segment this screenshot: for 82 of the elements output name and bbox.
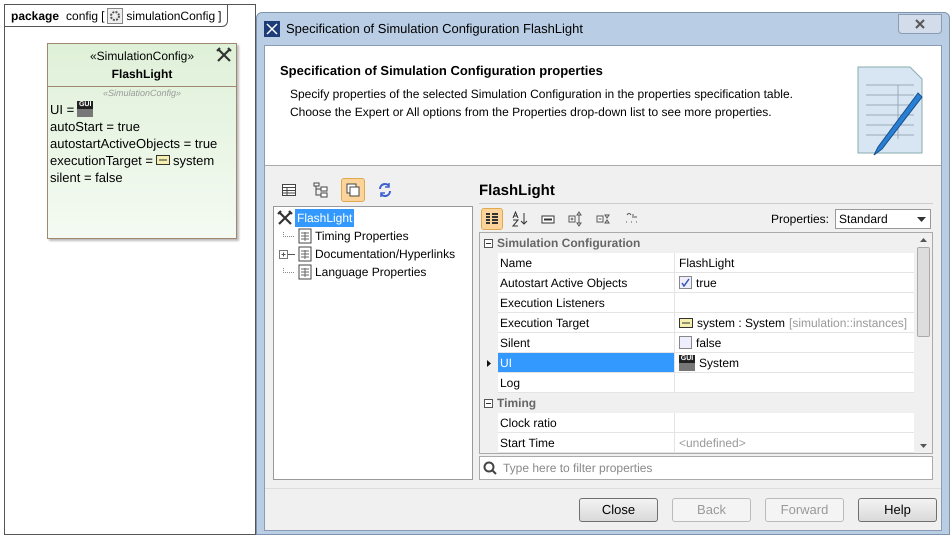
check-icon bbox=[681, 278, 690, 287]
document-icon bbox=[298, 228, 312, 244]
property-value-cell[interactable] bbox=[675, 373, 914, 393]
collapse-icon[interactable] bbox=[484, 398, 493, 408]
value-text: <undefined> bbox=[679, 434, 746, 452]
expand-icon[interactable] bbox=[279, 250, 295, 258]
property-text: silent = false bbox=[50, 168, 124, 186]
refresh-icon bbox=[377, 182, 393, 198]
table-icon bbox=[281, 182, 297, 198]
property-value-cell[interactable]: FlashLight bbox=[675, 253, 914, 273]
property-text: UI = bbox=[50, 100, 74, 118]
property-name[interactable]: Log bbox=[498, 373, 675, 393]
frame-element: simulationConfig bbox=[126, 8, 216, 24]
tools-icon bbox=[216, 47, 232, 63]
dialog-button[interactable]: Close bbox=[579, 498, 658, 522]
frame-name: config bbox=[66, 8, 98, 24]
window-title: Specification of Simulation Configuration FlashLight bbox=[286, 20, 584, 38]
collapse-icon[interactable] bbox=[484, 238, 493, 248]
property-value-cell[interactable]: system : System [simulation::instances] bbox=[675, 313, 914, 333]
document-icon bbox=[298, 264, 312, 280]
toolbar-button[interactable] bbox=[341, 178, 365, 202]
gear-icon bbox=[107, 8, 124, 24]
value-text: system : System bbox=[697, 314, 786, 332]
tree-item[interactable]: Timing Properties bbox=[315, 227, 409, 245]
property-value-cell[interactable] bbox=[675, 413, 914, 433]
property-value-cell[interactable]: false bbox=[675, 333, 914, 353]
property-value-cell[interactable]: true bbox=[675, 273, 914, 293]
header-description: Specify properties of the selected Simulation Configuration in the properties specification table. bbox=[289, 86, 794, 102]
sort-icon bbox=[512, 211, 528, 227]
dialog-button[interactable]: Help bbox=[858, 498, 937, 522]
property-text: autoStart = true bbox=[50, 118, 141, 134]
block-name: FlashLight bbox=[112, 66, 172, 83]
property-name[interactable]: Execution Listeners bbox=[498, 293, 675, 313]
toolbar-button[interactable] bbox=[481, 208, 503, 230]
value-text: true bbox=[696, 274, 717, 292]
row-pointer-icon bbox=[487, 360, 491, 366]
tree-item[interactable]: Language Properties bbox=[315, 263, 426, 281]
search-icon bbox=[483, 461, 497, 475]
app-icon bbox=[264, 21, 280, 37]
filter-field[interactable]: Type here to filter properties bbox=[479, 456, 933, 480]
property-name[interactable]: Name bbox=[498, 253, 675, 273]
properties-label: Properties: bbox=[770, 211, 829, 228]
frame-bracket: ] bbox=[218, 8, 222, 24]
tree-item[interactable]: Documentation/Hyperlinks bbox=[315, 245, 456, 263]
frame-bracket: [ bbox=[101, 8, 104, 24]
header-description: Choose the Expert or All options from the Properties drop-down list to see more properties. bbox=[289, 104, 773, 120]
frame-keyword: package bbox=[11, 8, 60, 24]
filter-input[interactable]: Type here to filter properties bbox=[503, 459, 929, 477]
property-name[interactable]: Clock ratio bbox=[498, 413, 675, 433]
scroll-thumb[interactable] bbox=[916, 247, 930, 337]
property-text: executionTarget = bbox=[50, 152, 153, 168]
categorized-list-icon bbox=[484, 211, 500, 227]
panel-title: FlashLight bbox=[479, 178, 933, 204]
close-button[interactable] bbox=[898, 14, 942, 34]
instance-icon bbox=[156, 155, 170, 165]
property-value: system bbox=[172, 152, 214, 168]
close-icon bbox=[915, 19, 925, 29]
group-header: Simulation Configuration bbox=[497, 235, 640, 252]
value-qualifier: [simulation::instances] bbox=[789, 314, 908, 332]
instance-icon bbox=[679, 318, 693, 328]
document-icon bbox=[298, 246, 312, 262]
property-text: autostartActiveObjects = true bbox=[50, 134, 218, 152]
group-header: Timing bbox=[497, 395, 536, 412]
property-name[interactable]: Autostart Active Objects bbox=[498, 273, 675, 293]
tools-icon bbox=[277, 210, 293, 226]
dropdown-arrow-icon bbox=[917, 216, 926, 222]
properties-dropdown[interactable]: Standard bbox=[835, 209, 931, 229]
value-text: FlashLight bbox=[679, 254, 734, 272]
property-name[interactable]: Silent bbox=[498, 333, 675, 353]
windows-icon bbox=[345, 182, 361, 198]
value-text: System bbox=[699, 354, 740, 372]
value-text: false bbox=[696, 334, 722, 352]
checkbox[interactable] bbox=[679, 276, 692, 289]
tree-icon bbox=[313, 182, 329, 198]
block-stereotype: «SimulationConfig» bbox=[90, 48, 194, 65]
property-name[interactable]: Start Time bbox=[498, 433, 675, 453]
checkbox[interactable] bbox=[679, 336, 692, 349]
property-name[interactable]: Execution Target bbox=[498, 313, 675, 333]
property-value-cell[interactable] bbox=[675, 293, 914, 313]
compartment-stereotype: «SimulationConfig» bbox=[102, 87, 182, 100]
header-title: Specification of Simulation Configuration properties bbox=[280, 62, 604, 80]
expand-all-icon bbox=[568, 211, 584, 227]
